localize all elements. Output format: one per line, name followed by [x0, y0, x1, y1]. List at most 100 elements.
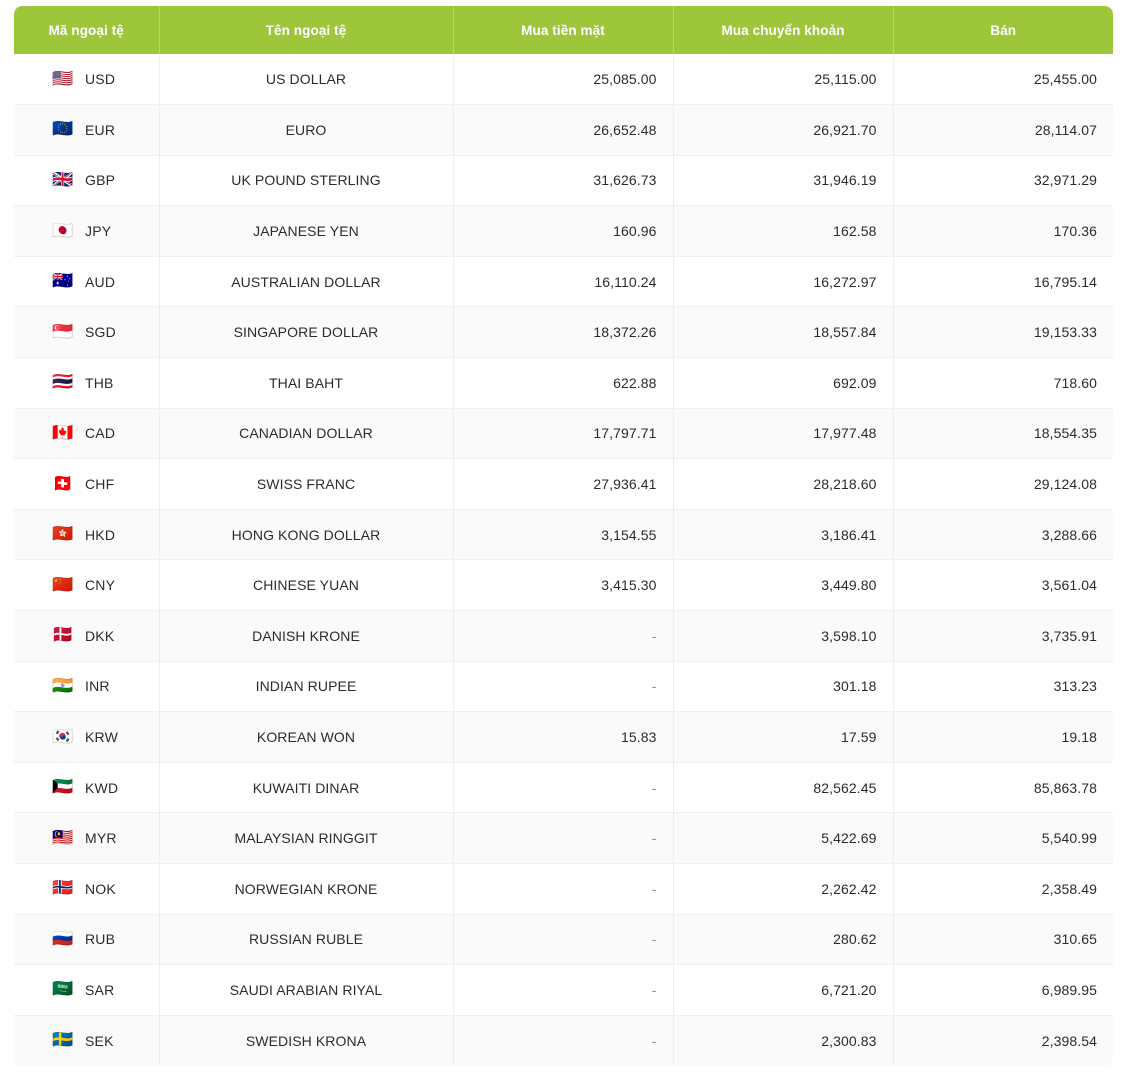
- cell-currency-code: 🇸🇦 SAR: [14, 964, 160, 1016]
- cell-sell: 3,561.04: [893, 559, 1113, 612]
- column-header-transfer[interactable]: Mua chuyển khoản: [673, 6, 894, 54]
- flag-ru-icon: 🇷🇺: [52, 928, 74, 949]
- cell-currency-name: US DOLLAR: [159, 54, 454, 106]
- currency-code-label: USD: [85, 71, 116, 88]
- flag-gb-icon: 🇬🇧: [52, 169, 74, 190]
- column-header-name[interactable]: Tên ngoại tệ: [159, 6, 454, 54]
- cell-transfer-buy: 162.58: [673, 205, 894, 257]
- cell-transfer-buy: 31,946.19: [673, 155, 894, 207]
- table-row[interactable]: 🇨🇳 CNY CHINESE YUAN 3,415.30 3,449.80 3,561.0…: [14, 559, 1113, 612]
- table-header-row: Mã ngoại tệ Tên ngoại tệ Mua tiền mặt Mua c…: [14, 6, 1113, 54]
- cell-currency-code: 🇺🇸 USD: [14, 54, 160, 106]
- table-row[interactable]: 🇷🇺 RUB RUSSIAN RUBLE -280.62 310.65: [14, 914, 1113, 966]
- table-row[interactable]: 🇮🇳 INR INDIAN RUPEE -301.18 313.23: [14, 661, 1113, 713]
- column-header-cash_buy[interactable]: Mua tiền mặt: [453, 6, 674, 54]
- currency-code-label: NOK: [85, 880, 116, 897]
- currency-code-group: 🇲🇾 MYR: [52, 829, 143, 847]
- cell-sell: 85,863.78: [893, 762, 1113, 814]
- currency-code-group: 🇳🇴 NOK: [52, 880, 143, 897]
- currency-code-label: KRW: [85, 729, 119, 746]
- cell-cash-buy: 18,372.26: [453, 306, 674, 359]
- table-row[interactable]: 🇲🇾 MYR MALAYSIAN RINGGIT -5,422.69 5,540.99: [14, 812, 1113, 864]
- cell-cash-buy: -: [453, 812, 674, 864]
- table-row[interactable]: 🇸🇦 SAR SAUDI ARABIAN RIYAL -6,721.20 6,989.9…: [14, 964, 1113, 1016]
- currency-code-group: 🇹🇭 THB: [52, 374, 143, 391]
- table-row[interactable]: 🇸🇬 SGD SINGAPORE DOLLAR 18,372.26 18,557.84 1…: [14, 306, 1113, 359]
- cell-sell: 310.65: [893, 914, 1113, 966]
- currency-code-group: 🇰🇷 KRW: [52, 728, 143, 746]
- table-row[interactable]: 🇹🇭 THB THAI BAHT 622.88 692.09 718.60: [14, 357, 1113, 409]
- currency-code-group: 🇪🇺 EUR: [52, 121, 143, 138]
- currency-code-group: 🇸🇦 SAR: [52, 981, 143, 998]
- flag-th-icon: 🇹🇭: [52, 372, 74, 393]
- table-row[interactable]: 🇳🇴 NOK NORWEGIAN KRONE -2,262.42 2,358.49: [14, 863, 1113, 915]
- cell-sell: 5,540.99: [893, 812, 1113, 864]
- cell-cash-buy: -: [453, 1015, 674, 1066]
- flag-hk-icon: 🇭🇰: [52, 524, 74, 545]
- currency-code-label: CNY: [85, 577, 116, 594]
- flag-no-icon: 🇳🇴: [52, 878, 74, 899]
- cell-sell: 2,358.49: [893, 863, 1113, 915]
- cell-cash-buy: 27,936.41: [453, 458, 674, 510]
- currency-code-label: CAD: [85, 425, 116, 442]
- table-row[interactable]: 🇩🇰 DKK DANISH KRONE -3,598.10 3,735.91: [14, 610, 1113, 662]
- currency-code-label: SGD: [85, 324, 116, 341]
- cell-currency-name: KOREAN WON: [159, 711, 454, 763]
- flag-in-icon: 🇮🇳: [52, 675, 74, 696]
- cell-sell: 3,735.91: [893, 610, 1113, 662]
- table-body: 🇺🇸 USD US DOLLAR 25,085.00 25,115.00 25,455.0…: [14, 54, 1113, 1066]
- cell-cash-buy: -: [453, 661, 674, 713]
- currency-code-group: 🇭🇰 HKD: [52, 526, 143, 543]
- table-row[interactable]: 🇰🇼 KWD KUWAITI DINAR -82,562.45 85,863.78: [14, 762, 1113, 814]
- cell-currency-code: 🇰🇼 KWD: [14, 762, 160, 814]
- cell-currency-name: SWISS FRANC: [159, 458, 454, 510]
- cell-cash-buy: -: [453, 964, 674, 1016]
- cell-sell: 313.23: [893, 661, 1113, 713]
- currency-code-label: MYR: [85, 830, 117, 847]
- currency-code-label: THB: [85, 374, 114, 391]
- cell-currency-name: SINGAPORE DOLLAR: [159, 306, 454, 359]
- column-header-sell[interactable]: Bán: [893, 6, 1113, 54]
- cell-cash-buy: 16,110.24: [453, 256, 674, 308]
- cell-transfer-buy: 2,262.42: [673, 863, 894, 915]
- currency-code-group: 🇸🇬 SGD: [52, 323, 143, 341]
- cell-cash-buy: -: [453, 914, 674, 966]
- table-row[interactable]: 🇦🇺 AUD AUSTRALIAN DOLLAR 16,110.24 16,272.97…: [14, 256, 1113, 308]
- cell-currency-code: 🇸🇪 SEK: [14, 1015, 160, 1066]
- table-row[interactable]: 🇪🇺 EUR EURO 26,652.48 26,921.70 28,114.07: [14, 104, 1113, 156]
- cell-transfer-buy: 5,422.69: [673, 812, 894, 864]
- cell-sell: 6,989.95: [893, 964, 1113, 1016]
- cell-transfer-buy: 82,562.45: [673, 762, 894, 814]
- table-row[interactable]: 🇬🇧 GBP UK POUND STERLING 31,626.73 31,946.19…: [14, 155, 1113, 207]
- table-row[interactable]: 🇸🇪 SEK SWEDISH KRONA -2,300.83 2,398.54: [14, 1015, 1113, 1066]
- cell-cash-buy: 17,797.71: [453, 408, 674, 460]
- currency-code-group: 🇨🇦 CAD: [52, 424, 143, 442]
- table-row[interactable]: 🇯🇵 JPY JAPANESE YEN 160.96 162.58 170.36: [14, 205, 1113, 257]
- currency-code-label: JPY: [85, 223, 112, 240]
- cell-sell: 170.36: [893, 205, 1113, 257]
- flag-sa-icon: 🇸🇦: [52, 979, 74, 1000]
- table-row[interactable]: 🇭🇰 HKD HONG KONG DOLLAR 3,154.55 3,186.41 3,2…: [14, 509, 1113, 561]
- currency-code-group: 🇰🇼 KWD: [52, 779, 143, 796]
- cell-sell: 29,124.08: [893, 458, 1113, 510]
- table-row[interactable]: 🇺🇸 USD US DOLLAR 25,085.00 25,115.00 25,455.0…: [14, 54, 1113, 106]
- cell-transfer-buy: 18,557.84: [673, 306, 894, 359]
- flag-us-icon: 🇺🇸: [52, 68, 74, 89]
- cell-currency-name: SWEDISH KRONA: [159, 1015, 454, 1066]
- cell-sell: 3,288.66: [893, 509, 1113, 561]
- currency-code-group: 🇮🇳 INR: [52, 675, 143, 696]
- cell-currency-code: 🇭🇰 HKD: [14, 509, 160, 561]
- cell-currency-code: 🇨🇭 CHF: [14, 458, 160, 510]
- cell-cash-buy: 3,154.55: [453, 509, 674, 561]
- table-row[interactable]: 🇨🇦 CAD CANADIAN DOLLAR 17,797.71 17,977.48 18…: [14, 408, 1113, 460]
- cell-currency-name: SAUDI ARABIAN RIYAL: [159, 964, 454, 1016]
- cell-currency-name: HONG KONG DOLLAR: [159, 509, 454, 561]
- table-row[interactable]: 🇰🇷 KRW KOREAN WON 15.83 17.59 19.18: [14, 711, 1113, 763]
- cell-currency-code: 🇲🇾 MYR: [14, 812, 160, 864]
- cell-currency-name: INDIAN RUPEE: [159, 661, 454, 713]
- currency-code-label: KWD: [85, 779, 119, 796]
- cell-currency-code: 🇨🇦 CAD: [14, 408, 160, 460]
- table-row[interactable]: 🇨🇭 CHF SWISS FRANC 27,936.41 28,218.60 29,124…: [14, 458, 1113, 510]
- column-header-code[interactable]: Mã ngoại tệ: [14, 6, 160, 54]
- cell-currency-name: THAI BAHT: [159, 357, 454, 409]
